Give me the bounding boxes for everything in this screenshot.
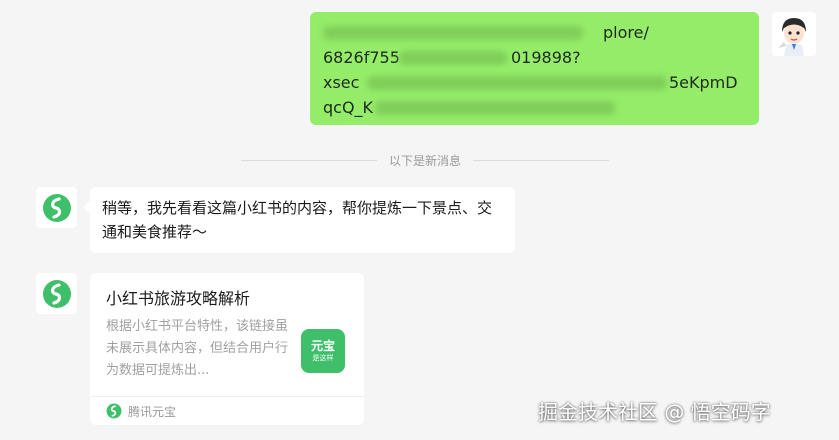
bot-message-bubble[interactable]: 稍等，我先看看这篇小红书的内容，帮你提炼一下景点、交通和美食推荐～ bbox=[83, 187, 515, 253]
link-text-part: plore/ bbox=[603, 23, 649, 42]
link-text-part: xsec bbox=[323, 73, 360, 92]
card-source: 腾讯元宝 bbox=[128, 404, 177, 419]
divider-label: 以下是新消息 bbox=[389, 153, 462, 168]
link-text-part: qcQ_K bbox=[323, 98, 374, 117]
yuanbao-logo-icon bbox=[42, 279, 71, 308]
cartoon-avatar-icon bbox=[772, 12, 816, 56]
link-line-4: qcQ_K bbox=[323, 95, 746, 120]
share-card[interactable]: 小红书旅游攻略解析 根据小红书平台特性，该链接虽未展示具体内容，但结合用户行为数… bbox=[90, 273, 364, 425]
user-message-bubble[interactable]: plore/ 6826f755 019898? xsec 5eKpmD qcQ_… bbox=[310, 12, 759, 125]
link-text-part: 5eKpmD bbox=[669, 73, 738, 92]
yuanbao-small-icon bbox=[106, 403, 122, 419]
link-text-part: 6826f755 bbox=[323, 48, 400, 67]
new-messages-divider: 以下是新消息 bbox=[241, 150, 610, 170]
user-avatar[interactable] bbox=[772, 12, 816, 56]
yuanbao-logo-icon bbox=[42, 193, 71, 222]
card-thumbnail: 元宝 是这样 bbox=[301, 329, 345, 373]
card-footer: 腾讯元宝 bbox=[90, 396, 364, 425]
bot-avatar[interactable] bbox=[36, 187, 77, 228]
divider-rule bbox=[473, 159, 610, 161]
card-title: 小红书旅游攻略解析 bbox=[106, 289, 251, 308]
link-text-part: 019898? bbox=[511, 48, 581, 67]
bot-avatar[interactable] bbox=[36, 273, 77, 314]
link-line-3: xsec 5eKpmD bbox=[323, 70, 746, 95]
card-description: 根据小红书平台特性，该链接虽未展示具体内容，但结合用户行为数据可提炼出... bbox=[106, 319, 289, 378]
link-line-1: plore/ bbox=[323, 20, 746, 45]
divider-rule bbox=[241, 159, 377, 161]
thumb-text-main: 元宝 bbox=[310, 339, 335, 353]
thumb-text-sub: 是这样 bbox=[312, 354, 334, 362]
link-line-2: 6826f755 019898? bbox=[323, 45, 746, 70]
bot-message-text: 稍等，我先看看这篇小红书的内容，帮你提炼一下景点、交通和美食推荐～ bbox=[102, 199, 493, 241]
watermark: 掘金技术社区 @ 悟空码字 bbox=[538, 400, 771, 424]
